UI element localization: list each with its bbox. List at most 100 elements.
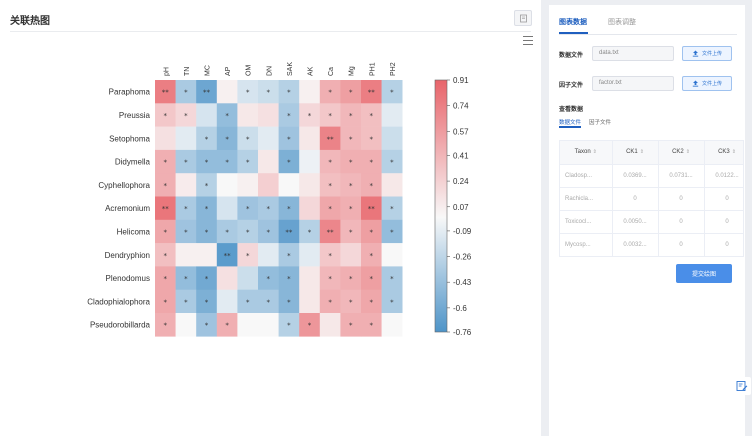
colorbar-tick-label: 0.41 (453, 151, 469, 160)
column-header-taxon[interactable]: Taxon ⇕ (560, 141, 613, 165)
heatmap-cell (216, 266, 238, 290)
data-file-upload-button[interactable]: 文件上传 (682, 46, 732, 61)
heatmap-cell (299, 196, 321, 221)
upload-button-label: 文件上传 (701, 51, 722, 57)
table-cell: Mycosp... (560, 233, 613, 256)
significance-mark: * (164, 112, 168, 120)
submit-plot-button[interactable]: 提交绘图 (676, 264, 732, 283)
heatmap-cell (216, 196, 238, 221)
significance-mark: ** (162, 205, 170, 213)
heatmap-cell (258, 103, 279, 127)
significance-mark: * (287, 252, 291, 260)
significance-mark: ** (285, 228, 293, 236)
significance-mark: * (390, 89, 394, 97)
significance-mark: * (308, 112, 312, 120)
tab-chart-data[interactable]: 图表数据 (559, 17, 587, 27)
table-cell: 0 (704, 187, 743, 211)
significance-mark: * (267, 205, 271, 213)
significance-mark: ** (327, 135, 335, 143)
significance-mark: * (370, 252, 374, 260)
significance-mark: * (370, 298, 374, 306)
table-cell: 0 (658, 210, 705, 234)
table-cell: 0 (658, 233, 705, 256)
edit-float-button[interactable] (733, 377, 751, 395)
significance-mark: * (328, 89, 332, 97)
copy-button[interactable] (514, 10, 532, 26)
significance-mark: * (205, 182, 209, 190)
row-label: Paraphoma (109, 88, 151, 97)
significance-mark: ** (162, 89, 170, 97)
significance-mark: * (370, 112, 374, 120)
subtab-factor-file[interactable]: 因子文件 (589, 118, 611, 126)
significance-mark: * (205, 159, 209, 167)
significance-mark: * (246, 159, 250, 167)
tab-chart-adjust[interactable]: 图表调整 (608, 17, 636, 27)
significance-mark: * (287, 205, 291, 213)
table-cell: 0 (704, 233, 743, 256)
column-header-ck1[interactable]: CK1 ⇕ (612, 141, 659, 165)
heatmap-cell (299, 243, 321, 267)
column-label: Ca (328, 67, 335, 76)
significance-mark: * (287, 112, 291, 120)
colorbar-tick-label: -0.6 (453, 304, 467, 313)
significance-mark: * (205, 275, 209, 283)
menu-icon[interactable] (523, 36, 533, 45)
sort-icon[interactable]: ⇕ (686, 149, 690, 155)
factor-file-upload-button[interactable]: 文件上传 (682, 76, 732, 91)
column-header-ck2[interactable]: CK2 ⇕ (658, 141, 705, 165)
heatmap-cell (258, 313, 279, 337)
significance-mark: * (349, 298, 353, 306)
heatmap-cell (216, 80, 238, 104)
column-header-ck3[interactable]: CK3 ⇕ (704, 141, 743, 165)
heatmap-cell (299, 126, 321, 151)
significance-mark: * (267, 228, 271, 236)
significance-mark: * (225, 135, 229, 143)
significance-mark: * (184, 228, 188, 236)
row-label: Cladophialophora (87, 297, 150, 306)
significance-mark: ** (368, 205, 376, 213)
significance-mark: * (390, 298, 394, 306)
significance-mark: * (225, 228, 229, 236)
data-file-input[interactable]: data.txt (592, 46, 674, 61)
significance-mark: * (246, 89, 250, 97)
significance-mark: * (328, 298, 332, 306)
heatmap-cell (175, 243, 197, 267)
upload-icon (692, 50, 699, 57)
significance-mark: * (287, 275, 291, 283)
table-cell: 0 (704, 210, 743, 234)
title-divider (10, 31, 531, 32)
subtab-data-file[interactable]: 数据文件 (559, 118, 581, 126)
table-row: Mycosp... 0.0032... 0 0 (560, 233, 743, 256)
column-label: Mg (349, 66, 356, 76)
heatmap-cell (258, 243, 279, 267)
sort-icon[interactable]: ⇕ (593, 149, 597, 155)
significance-mark: * (390, 159, 394, 167)
view-data-title: 查看数据 (559, 107, 584, 113)
table-cell: Toxicocl... (560, 210, 613, 234)
colorbar-tick-label: 0.24 (453, 177, 469, 186)
significance-mark: * (287, 89, 291, 97)
significance-mark: * (184, 205, 188, 213)
significance-mark: * (164, 298, 168, 306)
significance-mark: * (246, 298, 250, 306)
heatmap-cell (196, 243, 218, 267)
tab-divider (559, 34, 737, 35)
panel-title: 关联热图 (10, 16, 50, 27)
significance-mark: * (184, 159, 188, 167)
heatmap-cell (381, 243, 403, 267)
significance-mark: * (390, 228, 394, 236)
heatmap-cell (175, 126, 197, 151)
significance-mark: * (246, 135, 250, 143)
heatmap-cell (299, 80, 321, 104)
significance-mark: ** (224, 252, 232, 260)
row-label: Didymella (115, 158, 151, 167)
significance-mark: * (287, 159, 291, 167)
colorbar-tick-label: 0.07 (453, 203, 469, 212)
row-label: Preussia (119, 111, 151, 120)
heatmap-cell (381, 173, 403, 197)
significance-mark: * (349, 205, 353, 213)
table-cell: 0.0122... (704, 164, 743, 188)
factor-file-input[interactable]: factor.txt (592, 76, 674, 91)
sort-icon[interactable]: ⇕ (640, 149, 644, 155)
sort-icon[interactable]: ⇕ (732, 149, 736, 155)
